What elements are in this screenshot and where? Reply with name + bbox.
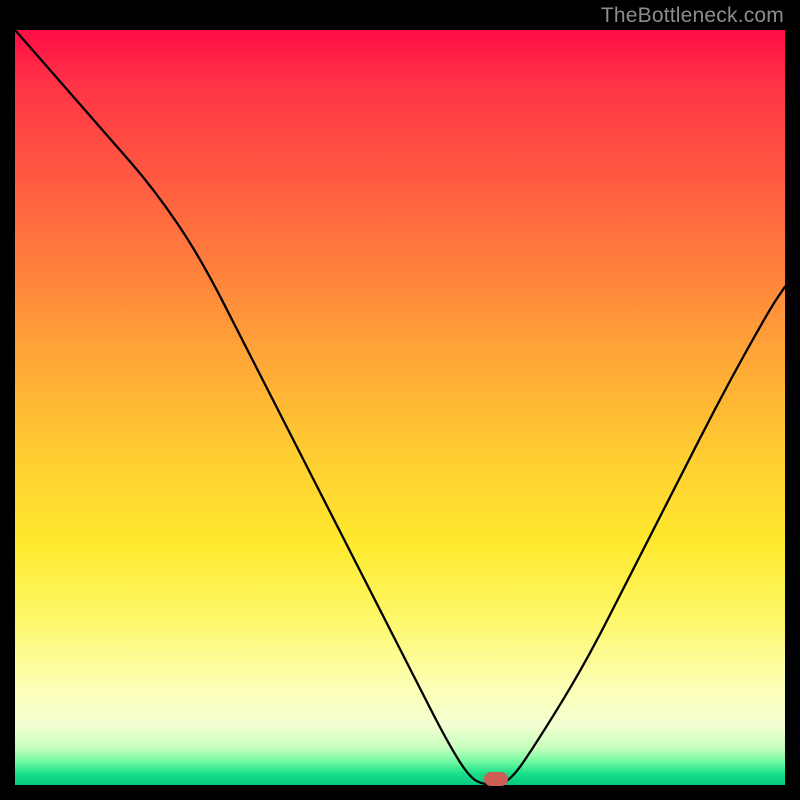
watermark-text: TheBottleneck.com [601, 4, 784, 28]
bottleneck-curve [15, 30, 785, 785]
plot-area [15, 30, 785, 785]
optimum-marker [484, 772, 508, 786]
chart-frame: TheBottleneck.com [0, 0, 800, 800]
